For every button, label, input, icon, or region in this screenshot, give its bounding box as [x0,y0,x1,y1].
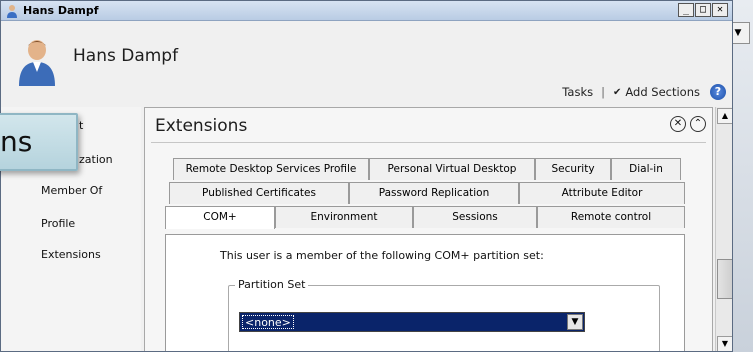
scroll-down-icon[interactable]: ▼ [717,336,732,351]
tab-environment[interactable]: Environment [275,206,413,228]
callout-text: ns [0,125,33,158]
properties-window: Hans Dampf _ □ ✕ Hans Dampf Tasks | ✔ Ad… [0,0,733,352]
dropdown-arrow-icon[interactable]: ▼ [567,314,583,330]
partition-set-dropdown[interactable]: <none> ▼ [239,312,585,332]
close-section-icon[interactable]: ✕ [670,116,686,132]
maximize-button[interactable]: □ [695,3,711,17]
tab-dial-in[interactable]: Dial-in [611,158,681,180]
panel-title: Extensions [155,116,248,136]
tab-attribute-editor[interactable]: Attribute Editor [519,182,685,204]
tab-security[interactable]: Security [535,158,611,180]
tab-remote-desktop-services-profile[interactable]: Remote Desktop Services Profile [173,158,369,180]
header: Hans Dampf Tasks | ✔ Add Sections ? [1,22,732,106]
extensions-panel: Extensions ✕ ⌃ Remote Desktop Services P… [144,107,713,351]
partition-set-label: Partition Set [235,278,309,291]
zoom-callout: ns [0,113,78,171]
chevron-down-icon: ✔ [612,86,622,98]
scroll-up-icon[interactable]: ▲ [717,108,732,124]
nav-item-organization[interactable]: zation [79,153,113,166]
tab-row-3: COM+ Environment Sessions Remote control [165,206,685,229]
vertical-scrollbar[interactable]: ▲ ▼ [715,107,732,351]
tab-com-plus[interactable]: COM+ [165,206,275,229]
tab-row-1: Remote Desktop Services Profile Personal… [173,158,681,180]
tab-personal-virtual-desktop[interactable]: Personal Virtual Desktop [369,158,535,180]
scroll-thumb[interactable] [717,259,732,299]
divider [151,142,706,143]
tab-published-certificates[interactable]: Published Certificates [169,182,349,204]
tab-sessions[interactable]: Sessions [413,206,537,228]
nav-item-account[interactable]: t [79,119,83,132]
user-name-heading: Hans Dampf [73,46,179,66]
tab-password-replication[interactable]: Password Replication [349,182,519,204]
minimize-button[interactable]: _ [678,3,694,17]
separator: | [601,85,605,99]
partition-set-group: Partition Set <none> ▼ [228,278,660,351]
nav-item-member-of[interactable]: Member Of [41,184,102,197]
tab-remote-control[interactable]: Remote control [537,206,685,228]
user-app-icon [7,4,17,18]
com-plus-description: This user is a member of the following C… [220,249,544,262]
title-bar[interactable]: Hans Dampf _ □ ✕ [1,1,732,21]
tasks-menu[interactable]: Tasks [562,85,593,99]
tab-row-2: Published Certificates Password Replicat… [169,182,685,204]
user-avatar-icon [19,40,55,86]
com-plus-tab-content: This user is a member of the following C… [165,234,685,351]
nav-item-profile[interactable]: Profile [41,217,75,230]
help-icon[interactable]: ? [710,84,726,100]
close-button[interactable]: ✕ [712,3,728,17]
window-title: Hans Dampf [23,4,99,17]
collapse-section-icon[interactable]: ⌃ [690,116,706,132]
partition-set-value: <none> [242,315,294,329]
add-sections-menu[interactable]: Add Sections [625,85,700,99]
nav-item-extensions[interactable]: Extensions [41,248,101,261]
